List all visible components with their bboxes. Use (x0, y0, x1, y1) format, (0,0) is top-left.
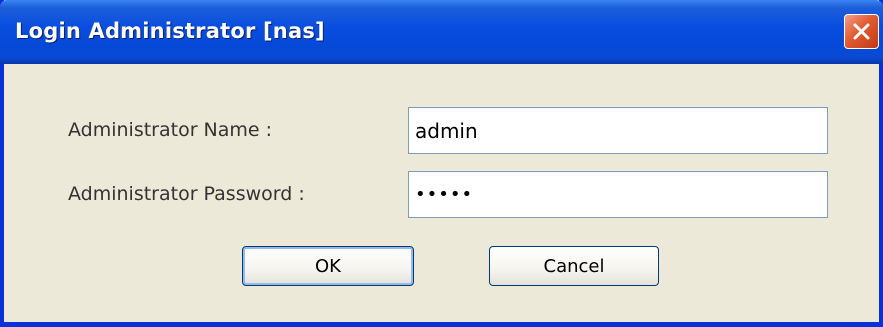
title-bar[interactable]: Login Administrator [nas] (0, 0, 883, 64)
login-dialog: Login Administrator [nas] Administrator … (0, 0, 883, 327)
window-title: Login Administrator [nas] (15, 19, 325, 43)
close-icon (853, 23, 870, 40)
cancel-button[interactable]: Cancel (489, 246, 659, 286)
administrator-name-input[interactable] (408, 107, 828, 154)
administrator-name-label: Administrator Name : (68, 119, 273, 141)
administrator-password-label: Administrator Password : (68, 183, 305, 205)
close-button[interactable] (844, 14, 879, 49)
administrator-password-input[interactable] (408, 171, 828, 218)
ok-button[interactable]: OK (242, 246, 414, 286)
